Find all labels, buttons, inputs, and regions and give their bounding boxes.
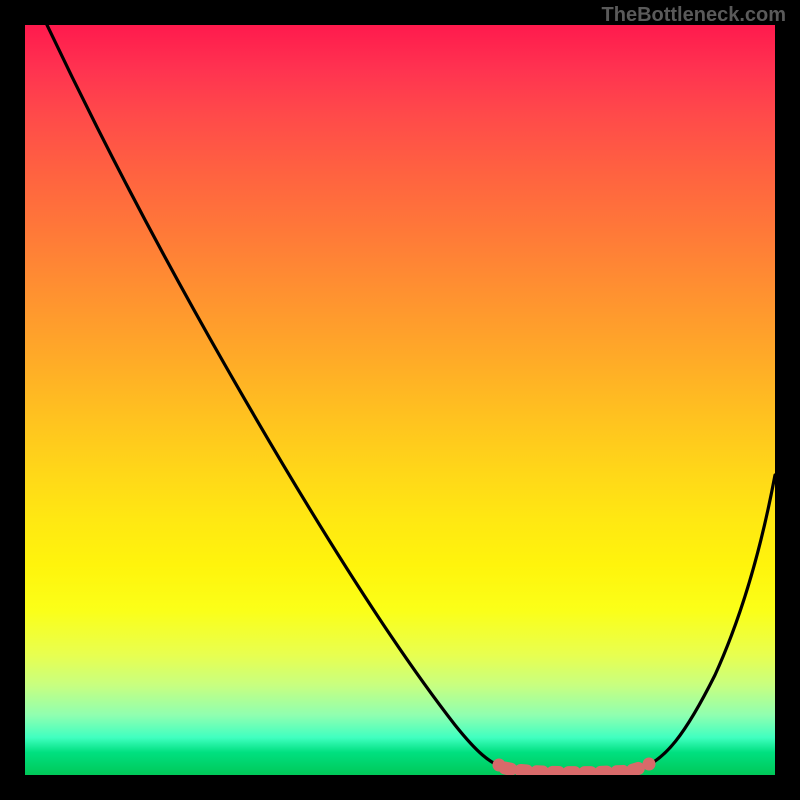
highlight-dot-left xyxy=(493,759,506,772)
bottleneck-curve xyxy=(47,25,775,774)
curve-svg xyxy=(25,25,775,775)
plot-area xyxy=(25,25,775,775)
highlight-dot-right xyxy=(643,758,656,771)
highlight-band xyxy=(505,767,643,773)
watermark-text: TheBottleneck.com xyxy=(602,4,786,27)
chart-container: TheBottleneck.com xyxy=(0,0,800,800)
